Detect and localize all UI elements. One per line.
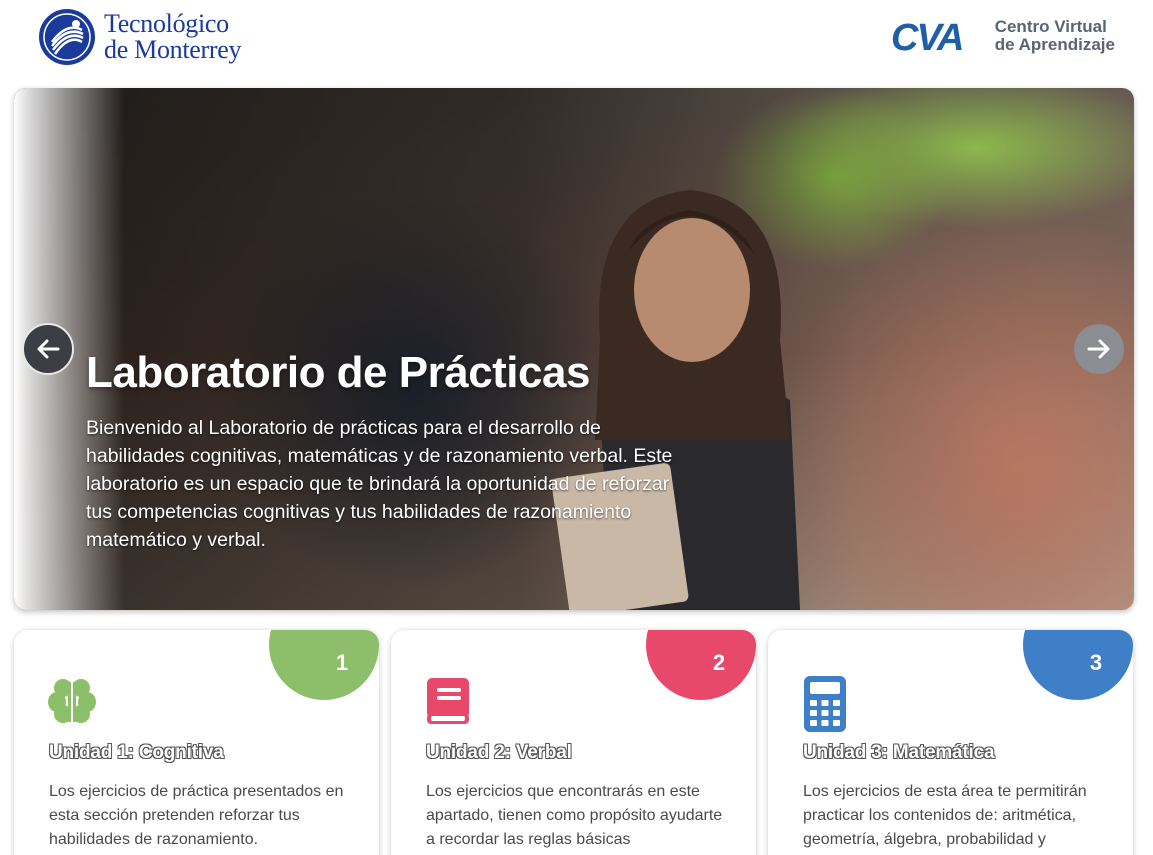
unit-title: Unidad 1: Cognitiva <box>49 742 224 763</box>
unit-number-badge <box>269 630 379 700</box>
unit-description: Los ejercicios que encontrarás en este a… <box>426 783 723 848</box>
carousel-prev-button[interactable] <box>22 323 74 375</box>
calculator-icon <box>804 676 846 732</box>
unit-title: Unidad 2: Verbal <box>426 742 572 763</box>
tec-de-monterrey-logo[interactable]: Tecnológico de Monterrey <box>38 8 241 66</box>
cva-logo-text: Centro Virtual de Aprendizaje <box>995 18 1115 54</box>
tec-logo-line2: de Monterrey <box>104 35 242 64</box>
arrow-right-icon <box>1087 339 1110 359</box>
svg-text:CVA: CVA <box>891 18 962 54</box>
unit-number: 2 <box>712 650 726 675</box>
unit-description: Los ejercicios de práctica presentados e… <box>49 783 344 848</box>
cva-logo-line2: de Aprendizaje <box>994 35 1115 54</box>
unit-card-cognitiva[interactable]: 1 Unidad 1: Cognitiva Los ejercicios de … <box>14 630 379 855</box>
unit-number-badge <box>1023 630 1133 700</box>
unit-card-verbal[interactable]: 2 Unidad 2: Verbal Los ejercicios que en… <box>391 630 756 855</box>
tec-seal-icon <box>39 9 95 65</box>
tec-logo-text: Tecnológico de Monterrey <box>104 11 241 63</box>
unit-title: Unidad 3: Matemática <box>803 742 995 763</box>
unit-card-matematica[interactable]: 3 Unidad 3: Matemática Los ejercicios de… <box>768 630 1133 855</box>
unit-number: 1 <box>335 650 349 675</box>
hero-description: Bienvenido al Laboratorio de prácticas p… <box>86 417 673 551</box>
cva-logo[interactable]: CVA Centro Virtual de Aprendizaje <box>891 18 1115 55</box>
unit-description: Los ejercicios de esta área te permitirá… <box>803 783 1087 848</box>
hero-title: Laboratorio de Prácticas <box>86 348 590 397</box>
cva-logo-line1: Centro Virtual <box>994 17 1107 36</box>
book-icon <box>427 678 469 724</box>
cva-mark-icon: CVA <box>891 18 964 54</box>
carousel-next-button[interactable] <box>1074 324 1124 374</box>
unit-number: 3 <box>1089 650 1103 675</box>
site-header: Tecnológico de Monterrey CVA Centro Virt… <box>0 0 1153 88</box>
unit-number-badge <box>646 630 756 700</box>
arrow-left-icon <box>37 339 60 359</box>
tec-logo-line1: Tecnológico <box>104 9 229 38</box>
brain-icon <box>48 679 96 723</box>
